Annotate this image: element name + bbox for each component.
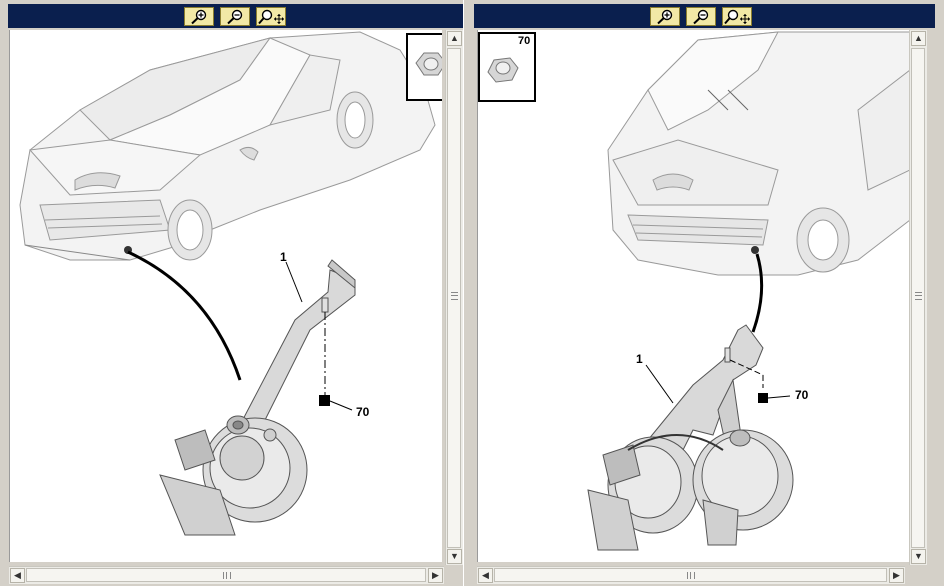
nut-marker: [758, 393, 768, 403]
scroll-right-button[interactable]: ▶: [428, 568, 443, 583]
magnifier-move-icon: [258, 9, 284, 24]
nut-thumbnail[interactable]: 70: [478, 32, 536, 102]
bolt: [321, 297, 329, 313]
nut-icon: [415, 52, 442, 76]
left-diagram-pane: 70 1 ▲ ▼ ◀ ▶: [0, 0, 470, 586]
right-vertical-scrollbar[interactable]: ▲ ▼: [909, 30, 927, 565]
zoom-out-button[interactable]: [686, 7, 716, 26]
right-toolbar: [474, 4, 935, 28]
bolt: [724, 347, 731, 363]
nut-marker: [319, 395, 330, 406]
zoom-in-button[interactable]: [650, 7, 680, 26]
right-scroll-corner: [909, 566, 926, 583]
scroll-left-button[interactable]: ◀: [10, 568, 25, 583]
scroll-up-button[interactable]: ▲: [911, 31, 926, 46]
horn-right: [692, 429, 794, 546]
horn: [159, 415, 308, 536]
zoom-out-button[interactable]: [220, 7, 250, 26]
scroll-down-button[interactable]: ▼: [911, 549, 926, 564]
location-leader-line: [127, 250, 242, 381]
magnifier-minus-icon: [227, 9, 243, 24]
callout-70: 70: [356, 405, 370, 419]
right-horizontal-scrollbar[interactable]: ◀ ▶: [477, 566, 905, 584]
left-horizontal-scrollbar[interactable]: ◀ ▶: [9, 566, 444, 584]
magnifier-plus-icon: [657, 9, 673, 24]
vertical-scroll-thumb[interactable]: [447, 48, 461, 548]
magnifier-move-icon: [724, 9, 750, 24]
dual-horn-assembly-diagram: 70 1: [587, 31, 911, 551]
right-diagram-pane: 70 1 70 ▲ ▼ ◀ ▶: [470, 0, 944, 586]
scroll-down-button[interactable]: ▼: [447, 549, 462, 564]
horizontal-scroll-thumb[interactable]: [494, 568, 887, 582]
left-toolbar: [8, 4, 463, 28]
horn-assembly-diagram: 70 1: [19, 31, 436, 536]
car-illustration: [19, 31, 436, 261]
magnifier-minus-icon: [693, 9, 709, 24]
magnifier-plus-icon: [191, 9, 207, 24]
horizontal-scroll-thumb[interactable]: [26, 568, 426, 582]
thumbnail-label: 70: [518, 35, 531, 47]
car-illustration: [607, 31, 911, 276]
nut-thumbnail[interactable]: [406, 33, 442, 101]
scroll-left-button[interactable]: ◀: [478, 568, 493, 583]
pan-zoom-button[interactable]: [256, 7, 286, 26]
left-diagram-viewport[interactable]: 70 1: [9, 30, 442, 562]
right-diagram-viewport[interactable]: 70 1 70: [477, 30, 918, 562]
scroll-up-button[interactable]: ▲: [447, 31, 462, 46]
callout-1: 1: [636, 352, 643, 366]
vertical-scroll-thumb[interactable]: [911, 48, 925, 548]
zoom-in-button[interactable]: [184, 7, 214, 26]
horn-left: [587, 436, 699, 551]
scroll-right-button[interactable]: ▶: [889, 568, 904, 583]
horn-location-marker: [751, 246, 759, 254]
callout-70: 70: [795, 388, 809, 402]
left-scroll-corner: [445, 566, 462, 583]
pan-zoom-button[interactable]: [722, 7, 752, 26]
callout-1: 1: [280, 250, 287, 264]
left-vertical-scrollbar[interactable]: ▲ ▼: [445, 30, 463, 565]
